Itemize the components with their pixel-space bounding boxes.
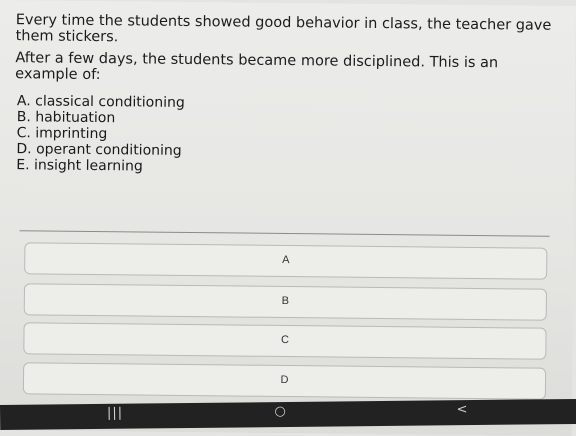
answer-button-d[interactable]: D <box>22 362 547 400</box>
back-icon[interactable]: < <box>432 402 492 418</box>
answer-button-c[interactable]: C <box>23 322 547 360</box>
choice-b: B. habituation <box>16 109 116 127</box>
answer-label-c: C <box>280 333 289 347</box>
recent-apps-icon[interactable]: ||| <box>85 405 145 421</box>
question-text: Every time the students showed good beha… <box>15 12 561 94</box>
answer-label-b: B <box>281 294 290 308</box>
question-line-1: Every time the students showed good beha… <box>15 12 552 46</box>
answer-button-b[interactable]: B <box>23 283 548 321</box>
quiz-screen: Every time the students showed good beha… <box>0 0 576 436</box>
question-line-2: After a few days, the students became mo… <box>15 50 499 84</box>
choice-c: C. imprinting <box>16 125 108 143</box>
answer-button-a[interactable]: A <box>24 242 548 280</box>
divider <box>19 230 550 237</box>
choice-d: D. operant conditioning <box>16 141 182 159</box>
answer-label-a: A <box>282 253 290 267</box>
choice-e: E. insight learning <box>16 157 143 175</box>
home-icon[interactable]: ○ <box>250 404 310 420</box>
answer-label-d: D <box>280 373 289 387</box>
choice-list: A. classical conditioning B. habituation… <box>16 93 185 175</box>
choice-a: A. classical conditioning <box>16 93 185 111</box>
